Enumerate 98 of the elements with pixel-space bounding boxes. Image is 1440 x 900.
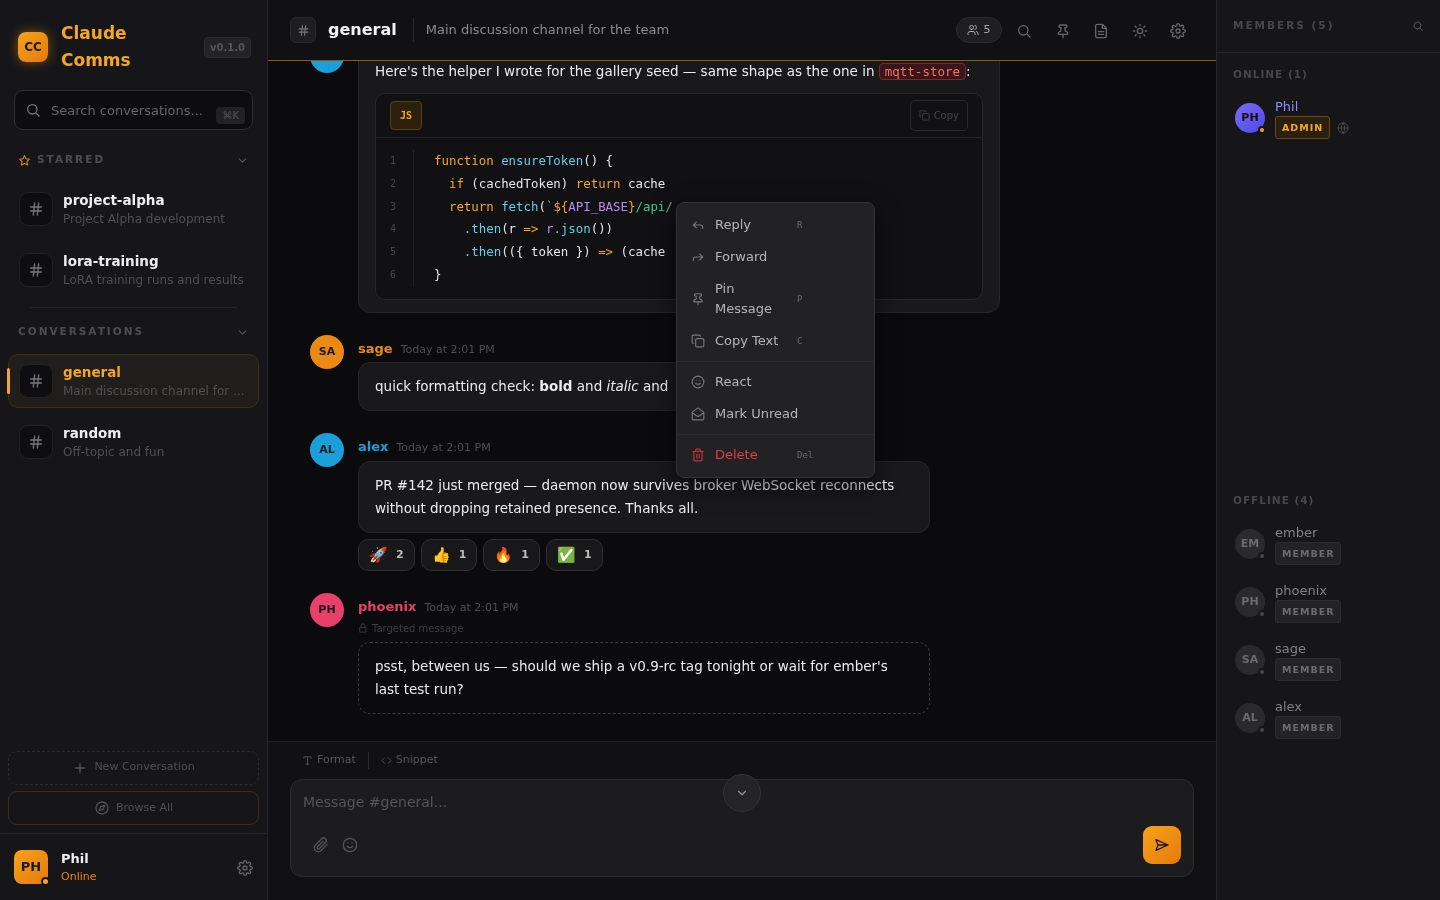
timestamp: Today at 2:01 PM xyxy=(424,600,519,617)
user-name: Phil xyxy=(61,850,90,868)
trash-icon xyxy=(691,448,705,462)
avatar: PH xyxy=(310,593,344,628)
hash-icon xyxy=(28,261,44,278)
member-count-button[interactable]: 5 xyxy=(955,16,1002,44)
code-line: if (cachedToken) return cache xyxy=(447,174,666,193)
message-text: psst, between us — should we ship a v0.9-rc tag tonight or wait for ember's last test run? xyxy=(375,657,888,697)
hash-icon xyxy=(28,433,44,450)
star-icon xyxy=(18,153,31,167)
code-line: return fetch(`${API_BASE}/api/ xyxy=(447,197,673,216)
compass-icon xyxy=(93,800,110,816)
role-badge: MEMBER xyxy=(1275,657,1342,681)
reaction-chip[interactable]: ✅ 1 xyxy=(545,538,603,572)
role-badge: MEMBER xyxy=(1275,599,1342,623)
avatar: AL xyxy=(310,433,344,468)
avatar: SA xyxy=(310,334,344,369)
user-status: Online xyxy=(61,868,97,885)
copy-icon xyxy=(691,334,705,348)
section-title: STARRED xyxy=(37,152,106,168)
member-avatar: PH xyxy=(1235,102,1265,133)
line-number: 4 xyxy=(390,218,414,242)
message-text: quick formatting check: bold and italic and xyxy=(375,378,669,395)
timestamp: Today at 2:01 PM xyxy=(400,341,495,358)
hash-icon xyxy=(28,373,44,390)
role-badge: MEMBER xyxy=(1275,715,1342,739)
channel-topic: Main discussion channel for the team xyxy=(425,21,670,40)
search-icon xyxy=(1016,22,1032,39)
code-line: } xyxy=(434,266,442,284)
sun-icon xyxy=(1131,22,1148,39)
app-logo: CC xyxy=(18,32,48,62)
line-number: 5 xyxy=(390,241,414,264)
author-name: sage xyxy=(358,339,393,358)
reaction-chip[interactable]: 🔥 1 xyxy=(483,538,540,572)
member-avatar: AL xyxy=(1235,702,1265,733)
role-badge: ADMIN xyxy=(1275,115,1331,139)
send-button[interactable] xyxy=(1143,825,1181,864)
author-name: phoenix xyxy=(358,598,417,617)
globe-icon xyxy=(1336,122,1349,135)
pin-icon xyxy=(691,292,705,306)
code-line: .then(r => r.json()) xyxy=(462,220,614,239)
member-name: sage xyxy=(1275,639,1307,658)
code-line: function ensureToken() { xyxy=(434,152,614,170)
member-avatar: PH xyxy=(1235,586,1265,617)
message-field[interactable]: Message #general... xyxy=(303,791,1181,813)
inline-code: mqtt-store xyxy=(878,63,967,80)
menu-item[interactable]: Delete Del xyxy=(677,439,874,471)
code-icon xyxy=(380,754,392,766)
settings-icon[interactable] xyxy=(237,859,253,876)
message-text: PR #142 just merged — daemon now survives broker WebSocket reconnects without dropping retained presence. Thanks all. xyxy=(375,476,895,516)
smile-icon xyxy=(691,375,705,389)
lock-icon xyxy=(358,623,368,634)
menu-item[interactable]: Reply R xyxy=(677,209,874,241)
copy-icon xyxy=(918,110,930,121)
channel-item[interactable]: lora-training LoRA training runs and results xyxy=(8,242,259,297)
search-icon xyxy=(25,102,41,118)
users-icon xyxy=(966,24,979,36)
channel-item[interactable]: project-alpha Project Alpha development xyxy=(8,182,259,237)
line-number: 1 xyxy=(390,150,414,173)
envelope-icon xyxy=(691,407,705,421)
settings-icon xyxy=(1170,22,1186,39)
send-icon xyxy=(1154,836,1170,853)
channel-title: general xyxy=(328,18,414,42)
menu-item[interactable]: Mark Unread xyxy=(677,398,874,430)
code-line: .then(({ token }) => (cache xyxy=(462,243,666,262)
section-title: CONVERSATIONS xyxy=(18,324,145,340)
menu-item[interactable]: Pin Message P xyxy=(677,273,874,325)
member-name: alex xyxy=(1275,697,1304,716)
channel-item[interactable]: random Off-topic and fun xyxy=(8,414,259,469)
message-text: : xyxy=(966,63,971,79)
language-badge: JS xyxy=(390,101,423,130)
reaction-chip[interactable]: 👍 1 xyxy=(420,538,478,572)
hash-icon xyxy=(290,17,316,43)
role-badge: MEMBER xyxy=(1275,541,1342,565)
menu-item[interactable]: React xyxy=(677,366,874,398)
hash-icon xyxy=(28,201,44,218)
line-number: 3 xyxy=(390,195,414,219)
timestamp: Today at 2:01 PM xyxy=(396,440,491,457)
member-name: Phil xyxy=(1275,97,1300,116)
search-icon[interactable] xyxy=(1412,20,1424,33)
app-name: Claude Comms xyxy=(61,22,132,72)
paperclip-icon[interactable] xyxy=(313,836,329,853)
menu-item[interactable]: Forward xyxy=(677,241,874,273)
message-text: Here's the helper I wrote for the gallery seed — same shape as the one in xyxy=(375,63,875,79)
document-icon xyxy=(1093,22,1109,39)
author-name: alex xyxy=(358,438,389,457)
reaction-chip[interactable]: 🚀 2 xyxy=(358,538,415,572)
emoji-icon[interactable] xyxy=(342,836,358,853)
member-name: ember xyxy=(1275,523,1319,542)
menu-item[interactable]: Copy Text C xyxy=(677,325,874,357)
user-avatar: PH xyxy=(14,850,48,884)
reply-icon xyxy=(691,218,705,232)
line-number: 2 xyxy=(390,172,414,196)
member-name: phoenix xyxy=(1275,581,1328,600)
forward-icon xyxy=(691,250,705,264)
text-icon xyxy=(302,754,313,766)
member-avatar: SA xyxy=(1235,644,1265,675)
member-avatar: EM xyxy=(1235,528,1265,559)
